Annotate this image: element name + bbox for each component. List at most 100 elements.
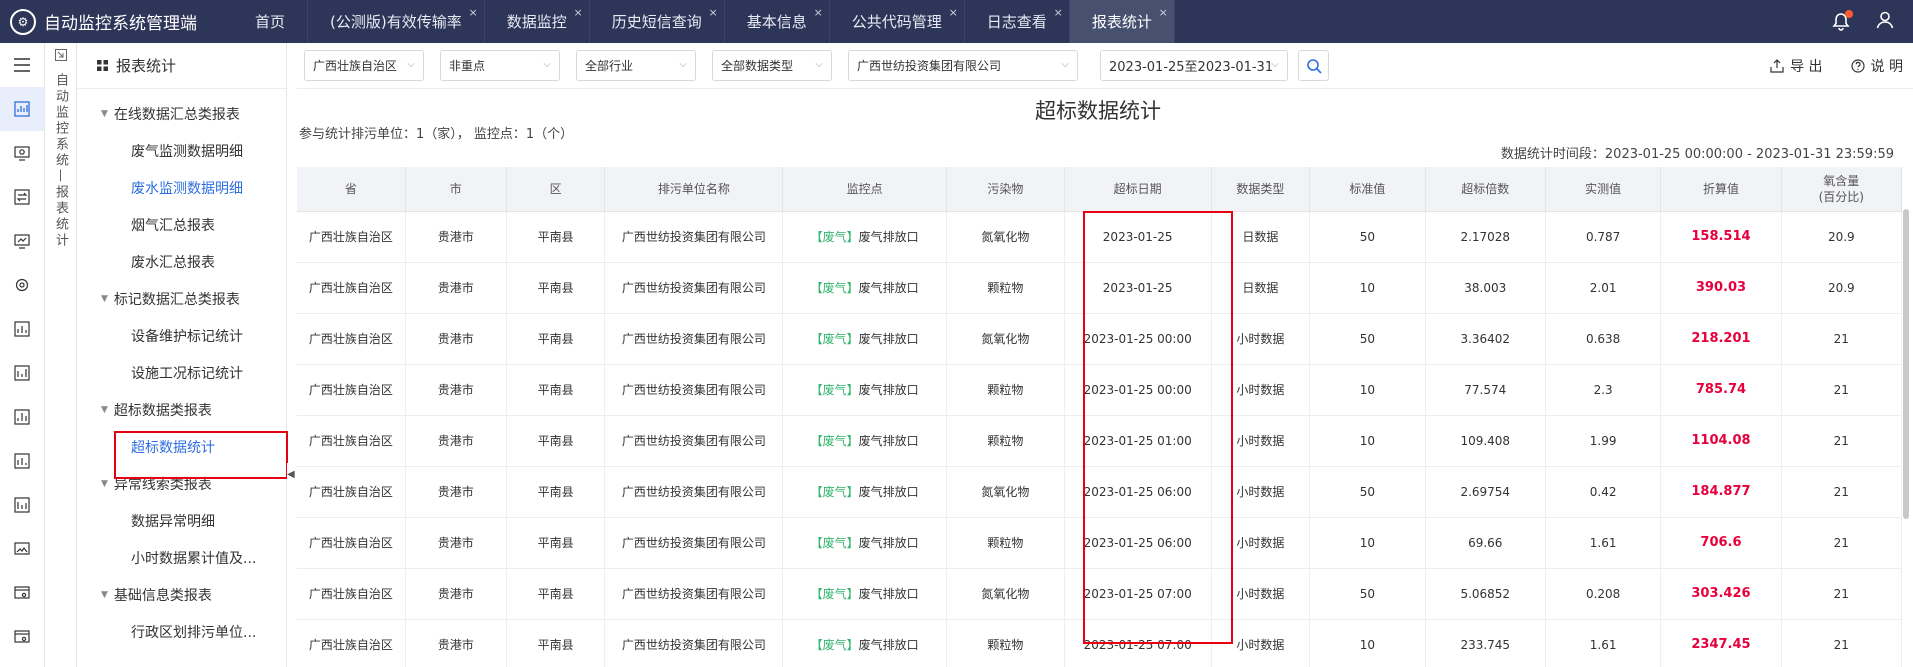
close-icon[interactable]: ×	[1159, 6, 1168, 19]
table-cell: 77.574	[1425, 364, 1546, 416]
user-icon[interactable]	[1875, 10, 1895, 34]
table-cell: 2.69754	[1425, 466, 1546, 518]
report-chart-icon[interactable]	[0, 87, 44, 131]
tab-3[interactable]: 历史短信查询 ×	[590, 0, 725, 43]
sidebar-item[interactable]: 数据异常明细	[77, 502, 286, 539]
cell-value: 2.3	[1593, 382, 1613, 397]
help-button[interactable]: 说 明	[1850, 56, 1903, 76]
sidebar-item[interactable]: 废水汇总报表	[77, 243, 286, 280]
table-cell: 贵港市	[405, 313, 507, 365]
sidebar-group[interactable]: ▼ 基础信息类报表	[77, 576, 286, 613]
close-icon[interactable]: ×	[814, 6, 823, 19]
key-point-select[interactable]: 非重点 ⌵	[440, 50, 560, 81]
bar-chart-icon[interactable]	[0, 307, 44, 351]
notification-bell-icon[interactable]	[1831, 9, 1853, 32]
tab-7[interactable]: 报表统计 ×	[1069, 0, 1175, 43]
province-select[interactable]: 广西壮族自治区 ⌵	[304, 50, 424, 81]
table-cell: 0.208	[1545, 568, 1662, 620]
waste-gas-tag: 【废气】	[810, 281, 859, 295]
data-transfer-icon[interactable]	[0, 175, 44, 219]
monitor-point-name: 废气排放口	[858, 332, 919, 346]
menu-toggle-icon[interactable]	[0, 43, 44, 87]
table-cell: 广西世纺投资集团有限公司	[604, 211, 784, 263]
tab-4[interactable]: 基本信息 ×	[725, 0, 830, 43]
table-cell: 广西壮族自治区	[297, 262, 406, 314]
cell-value: 贵港市	[437, 638, 474, 652]
chevron-down-icon: ⌵	[1061, 59, 1069, 70]
tab-1[interactable]: (公测版)有效传输率 ×	[308, 0, 485, 43]
sidebar-item[interactable]: 小时数据累计值及...	[77, 539, 286, 576]
cell-value: 20.9	[1827, 280, 1855, 295]
gear-icon[interactable]	[0, 263, 44, 307]
cell-value: 50	[1359, 229, 1376, 244]
close-icon[interactable]: ×	[1054, 6, 1063, 19]
sidebar-group[interactable]: ▼ 超标数据类报表	[77, 391, 286, 428]
app-title: 自动监控系统管理端	[44, 14, 197, 34]
table-cell: 氮氧化物	[946, 211, 1065, 263]
cell-value: 贵港市	[437, 281, 474, 295]
table-cell: 184.877	[1660, 466, 1782, 518]
config-icon[interactable]	[0, 615, 44, 659]
table-cell: 1.99	[1545, 415, 1662, 467]
search-button[interactable]	[1298, 50, 1329, 81]
cell-value: 21	[1833, 637, 1849, 652]
icon-rail	[0, 43, 45, 667]
device-settings-icon[interactable]	[0, 571, 44, 615]
company-select[interactable]: 广西世纺投资集团有限公司 ⌵	[848, 50, 1078, 81]
trend-icon[interactable]	[0, 483, 44, 527]
tab-label: 历史短信查询	[611, 13, 702, 31]
monitor-point-cell: 【废气】废气排放口	[782, 517, 947, 569]
sidebar-item[interactable]: 烟气汇总报表	[77, 206, 286, 243]
tab-label: 首页	[255, 13, 286, 31]
tab-5[interactable]: 公共代码管理 ×	[830, 0, 965, 43]
monitor-point-name: 废气排放口	[858, 434, 919, 448]
sidebar-item[interactable]: 设备维护标记统计	[77, 317, 286, 354]
monitor-point-name: 废气排放口	[858, 536, 919, 550]
monitor-point-cell: 【废气】废气排放口	[782, 262, 947, 314]
statistics-icon[interactable]	[0, 351, 44, 395]
sidebar-collapse-handle[interactable]: ◀	[287, 463, 295, 485]
waste-gas-tag: 【废气】	[810, 536, 859, 550]
data-type-select[interactable]: 全部数据类型 ⌵	[712, 50, 832, 81]
chevron-down-icon: ⌵	[815, 59, 823, 70]
sidebar-item[interactable]: 废气监测数据明细	[77, 132, 286, 169]
close-icon[interactable]: ×	[709, 6, 718, 19]
sidebar-group[interactable]: ▼ 标记数据汇总类报表	[77, 280, 286, 317]
tab-2[interactable]: 数据监控 ×	[485, 0, 590, 43]
sidebar-item[interactable]: 行政区划排污单位...	[77, 613, 286, 650]
sidebar-group[interactable]: ▼ 在线数据汇总类报表	[77, 95, 286, 132]
date-range-picker[interactable]: 2023-01-25至2023-01-31 ⌵	[1100, 50, 1288, 81]
monitor-icon[interactable]	[0, 219, 44, 263]
tab-0[interactable]: 首页	[233, 0, 309, 43]
sidebar-item[interactable]: 废水监测数据明细	[77, 169, 286, 206]
close-icon[interactable]: ×	[574, 6, 583, 19]
tab-label: 公共代码管理	[851, 13, 942, 31]
cell-value: 1.61	[1589, 535, 1617, 550]
tab-6[interactable]: 日志查看 ×	[965, 0, 1070, 43]
cell-value: 10	[1359, 433, 1376, 448]
close-icon[interactable]: ×	[469, 6, 478, 19]
cell-value: 氮氧化物	[981, 332, 1030, 346]
table-cell: 50	[1309, 313, 1426, 365]
cell-value: 158.514	[1691, 229, 1751, 244]
cell-value: 0.42	[1589, 484, 1617, 499]
image-monitor-icon[interactable]	[0, 527, 44, 571]
table-scrollbar[interactable]	[1903, 209, 1909, 519]
analysis-icon[interactable]	[0, 395, 44, 439]
collapse-panel-icon[interactable]	[54, 49, 67, 65]
waste-gas-tag: 【废气】	[810, 638, 859, 652]
company-value: 广西世纺投资集团有限公司	[857, 59, 1002, 73]
summary-icon[interactable]	[0, 439, 44, 483]
table-cell: 21	[1781, 517, 1902, 569]
industry-select[interactable]: 全部行业 ⌵	[576, 50, 696, 81]
export-button[interactable]: 导 出	[1770, 56, 1823, 76]
sidebar-group-label: 超标数据类报表	[113, 402, 212, 419]
table-cell: 21	[1781, 364, 1902, 416]
monitor-point-name: 废气排放口	[858, 485, 919, 499]
table-cell: 广西世纺投资集团有限公司	[604, 262, 784, 314]
search-icon	[1306, 58, 1322, 74]
close-icon[interactable]: ×	[949, 6, 958, 19]
settings-monitor-icon[interactable]	[0, 131, 44, 175]
cell-value: 0.638	[1585, 331, 1621, 346]
sidebar-item[interactable]: 设施工况标记统计	[77, 354, 286, 391]
